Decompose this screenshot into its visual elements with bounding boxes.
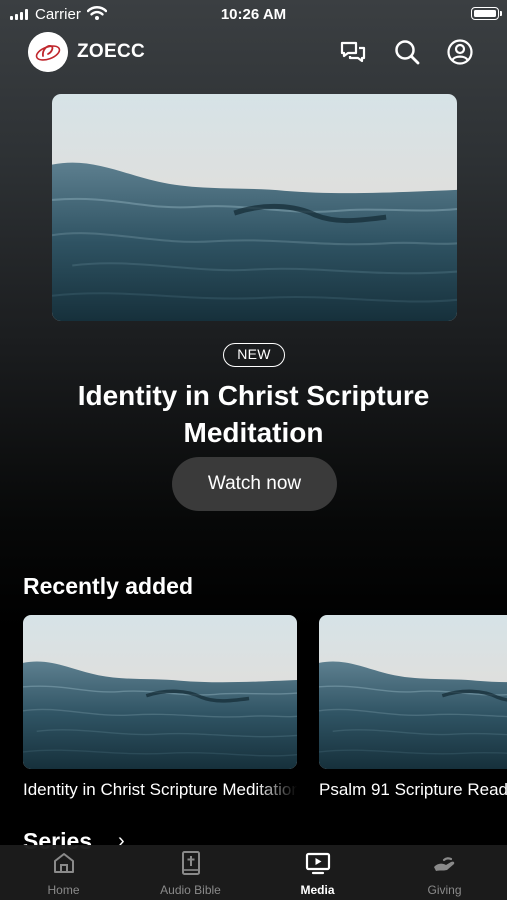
home-icon	[53, 853, 74, 873]
media-thumbnail[interactable]	[23, 615, 297, 769]
tab-label: Home	[47, 883, 80, 897]
media-thumbnail[interactable]	[319, 615, 507, 769]
tab-audio-bible[interactable]: Audio Bible	[127, 845, 254, 900]
tab-home[interactable]: Home	[0, 845, 127, 900]
media-play-icon	[305, 852, 330, 875]
media-card-title: Psalm 91 Scripture Reading	[319, 780, 507, 799]
bible-icon	[181, 851, 200, 875]
tab-giving[interactable]: Giving	[381, 845, 507, 900]
tab-bar: Home Audio Bible Media Giving	[0, 845, 507, 900]
tab-media[interactable]: Media	[254, 845, 381, 900]
tab-label: Giving	[427, 883, 462, 897]
tab-label: Audio Bible	[160, 883, 221, 897]
media-card-title: Identity in Christ Scripture Meditation	[23, 780, 297, 799]
tab-label: Media	[300, 883, 335, 897]
giving-hand-icon	[433, 857, 454, 871]
media-card[interactable]: Identity in Christ Scripture Meditation	[23, 615, 297, 800]
media-card[interactable]: Psalm 91 Scripture Reading	[319, 615, 507, 800]
recently-added-carousel[interactable]: Identity in Christ Scripture Meditation …	[0, 0, 507, 900]
